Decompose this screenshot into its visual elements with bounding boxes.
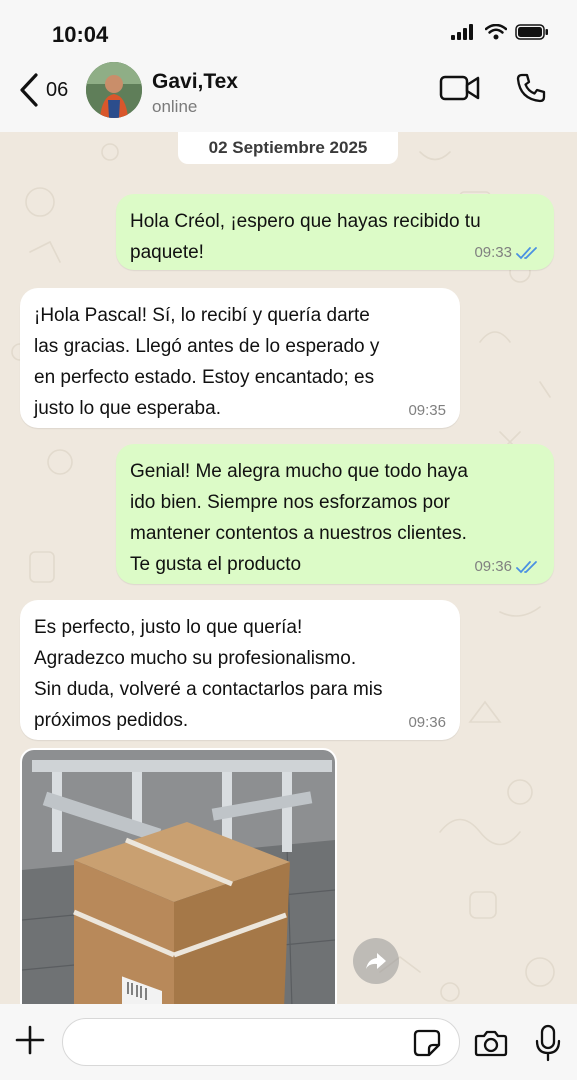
battery-icon <box>515 24 548 40</box>
message-meta: 09:36 <box>408 714 446 732</box>
phone-call-icon[interactable] <box>515 72 547 104</box>
forward-button[interactable] <box>353 938 399 984</box>
status-bar: 10:04 <box>0 0 577 60</box>
photo-message[interactable] <box>20 748 337 1008</box>
message-bubble-outgoing[interactable]: Genial! Me alegra mucho que todo haya id… <box>116 444 554 584</box>
camera-icon[interactable] <box>474 1028 508 1058</box>
header-actions <box>439 72 547 104</box>
message-bubble-outgoing[interactable]: Hola Créol, ¡espero que hayas recibido t… <box>116 194 554 270</box>
contact-name[interactable]: Gavi,Tex <box>152 70 238 94</box>
message-bubble-incoming[interactable]: ¡Hola Pascal! Sí, lo recibí y quería dar… <box>20 288 460 428</box>
message-text: Es perfecto, justo lo que quería! Agrade… <box>34 617 383 731</box>
message-time: 09:36 <box>474 558 512 575</box>
message-time: 09:35 <box>408 402 446 419</box>
sticker-icon[interactable] <box>412 1028 442 1058</box>
date-separator: 02 Septiembre 2025 <box>178 132 398 164</box>
forward-icon <box>366 953 386 969</box>
status-time: 10:04 <box>52 22 109 47</box>
message-meta: 09:36 <box>474 558 540 576</box>
message-text: ¡Hola Pascal! Sí, lo recibí y quería dar… <box>34 305 380 419</box>
avatar[interactable] <box>86 62 142 118</box>
read-receipt-icon <box>516 247 537 260</box>
message-input[interactable] <box>62 1018 460 1066</box>
unread-count: 06 <box>46 78 69 101</box>
message-bubble-incoming[interactable]: Es perfecto, justo lo que quería! Agrade… <box>20 600 460 740</box>
contact-status: online <box>152 97 198 116</box>
read-receipt-icon <box>516 561 537 574</box>
message-time: 09:36 <box>408 714 446 731</box>
chat-header: 06 Gavi,Tex online <box>0 60 577 132</box>
message-time: 09:33 <box>474 244 512 261</box>
back-button[interactable]: 06 <box>18 72 68 108</box>
status-icons <box>451 24 549 40</box>
chevron-left-icon <box>20 73 38 107</box>
plus-icon[interactable] <box>14 1024 46 1056</box>
chat-area[interactable]: 02 Septiembre 2025 Hola Créol, ¡espero q… <box>0 132 577 1012</box>
package-photo <box>22 750 335 1006</box>
wifi-icon <box>485 24 507 40</box>
message-composer <box>0 1004 577 1080</box>
signal-icon <box>451 24 473 40</box>
microphone-icon[interactable] <box>534 1024 562 1062</box>
message-meta: 09:33 <box>474 244 540 262</box>
video-call-icon[interactable] <box>439 74 481 102</box>
message-meta: 09:35 <box>408 402 446 420</box>
